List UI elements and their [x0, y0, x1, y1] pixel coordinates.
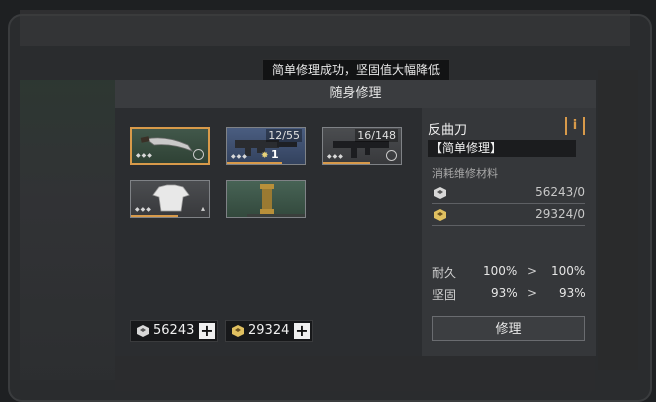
- inventory-slot-machete[interactable]: ◆◆◆: [130, 127, 210, 165]
- material-row-silver: 56243/0: [432, 184, 585, 204]
- currency-silver: 56243 +: [130, 320, 218, 342]
- inventory-slot-grenade-launcher[interactable]: 12/55 1 ✸ ◆◆◆: [226, 127, 306, 165]
- inventory-slot-rifle[interactable]: 16/148 ◆◆◆: [322, 127, 402, 165]
- durability-bar: [227, 162, 282, 164]
- gold-material-icon: [434, 209, 446, 221]
- panel-title: 随身修理: [115, 80, 596, 108]
- background-right-blur: [598, 70, 638, 370]
- gold-material-icon: [232, 325, 244, 337]
- stat-after-durability: 100%: [551, 264, 586, 278]
- material-row-gold: 29324/0: [432, 206, 585, 226]
- stat-label-durability: 耐久: [432, 266, 457, 280]
- durability-bar: [323, 162, 370, 164]
- stat-after-toughness: 93%: [559, 286, 586, 300]
- rarity-dots: ◆◆◆: [327, 153, 344, 160]
- material-value: 56243/0: [535, 185, 585, 199]
- armor-icon: ▴: [200, 204, 205, 213]
- relic-icon: [247, 184, 305, 217]
- materials-title: 消耗维修材料: [432, 167, 498, 180]
- rarity-dots: ◆◆◆: [231, 153, 248, 160]
- currency-value: 56243: [153, 323, 195, 338]
- rarity-dots: ◆◆◆: [135, 206, 152, 213]
- currency-gold: 29324 +: [225, 320, 313, 342]
- stat-before-toughness: 93%: [491, 286, 518, 300]
- silver-material-icon: [137, 325, 149, 337]
- background-top-bar: [20, 10, 630, 46]
- background-bottom: [115, 355, 595, 391]
- repair-gear-icon: [193, 149, 204, 160]
- add-silver-button[interactable]: +: [199, 323, 215, 339]
- arrow-right-icon: >: [527, 264, 538, 278]
- inventory-slot-pillar-relic[interactable]: [226, 180, 306, 218]
- item-name: 反曲刀: [428, 123, 468, 138]
- stat-label-toughness: 坚固: [432, 288, 457, 302]
- durability-bar: [131, 215, 178, 217]
- currency-value: 29324: [248, 323, 290, 338]
- ammo-count: 12/55: [266, 129, 302, 142]
- stat-before-durability: 100%: [483, 264, 518, 278]
- repair-mode-label: 【简单修理】: [428, 140, 576, 157]
- star-icon: ✸: [261, 151, 269, 161]
- repair-gear-icon: [386, 150, 397, 161]
- background-left-blur: [20, 80, 115, 380]
- toast-message: 简单修理成功，坚固值大幅降低: [262, 59, 450, 81]
- rarity-dots: ◆◆◆: [136, 152, 153, 159]
- repair-button[interactable]: 修理: [432, 316, 585, 341]
- info-button[interactable]: i: [565, 117, 585, 135]
- silver-material-icon: [434, 187, 446, 199]
- add-gold-button[interactable]: +: [294, 323, 310, 339]
- material-value: 29324/0: [535, 207, 585, 221]
- ammo-count: 16/148: [355, 129, 398, 142]
- item-quantity: 1: [271, 148, 279, 161]
- inventory-slot-shirt[interactable]: ◆◆◆ ▴: [130, 180, 210, 218]
- arrow-right-icon: >: [527, 286, 538, 300]
